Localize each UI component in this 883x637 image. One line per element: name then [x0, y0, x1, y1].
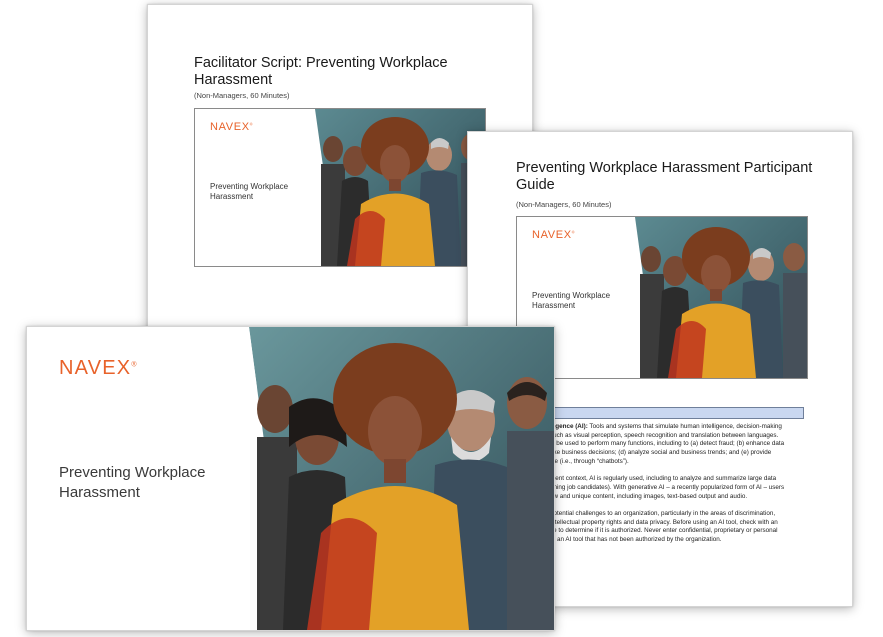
glossary-term: lligence (AI):	[550, 423, 588, 430]
line: such as visual perception, speech recogn…	[550, 431, 779, 439]
cover-title-line-1: Preventing Workplace	[210, 182, 289, 191]
facilitator-cover-image: NAVEX® Preventing Workplace Harassment	[194, 108, 486, 267]
line: ening job candidates). With generative A…	[550, 483, 785, 491]
line: to an AI tool that has not been authoriz…	[550, 536, 722, 544]
participant-guide-subtitle: (Non-Managers, 60 Minutes)	[516, 200, 612, 209]
cover-title-line-1: Preventing Workplace	[532, 291, 611, 300]
glossary-header-bar	[548, 407, 804, 419]
participant-guide-title: Preventing Workplace Harassment Particip…	[516, 160, 812, 195]
cover-title-line-2: Harassment	[210, 192, 254, 202]
line: ice (i.e., through “chatbots”).	[550, 457, 629, 465]
slide-title: Preventing Workplace Harassment	[59, 463, 205, 502]
line: ce to determine if it is authorized. Nev…	[550, 527, 778, 535]
navex-logo: NAVEX®	[210, 121, 253, 133]
slide-title-line-1: Preventing Workplace	[59, 464, 206, 481]
participant-cover-image: NAVEX® Preventing Workplace Harassment	[516, 216, 808, 379]
line: intellectual property rights and data pr…	[550, 518, 778, 526]
facilitator-script-title: Facilitator Script: Preventing Workplace…	[194, 55, 448, 90]
glossary-paragraph-1: lligence (AI): Tools and systems that si…	[550, 423, 810, 467]
title-line-1: Preventing Workplace Harassment Particip…	[516, 160, 813, 176]
title-line-2: Harassment	[194, 72, 273, 89]
navex-logo: NAVEX®	[532, 229, 575, 241]
glossary-paragraph-3: potential challenges to an organization,…	[550, 510, 810, 545]
line: Tools and systems that simulate human in…	[587, 423, 782, 430]
line: ly be used to perform many functions, in…	[550, 440, 785, 448]
glossary-text: lligence (AI): Tools and systems that si…	[550, 423, 810, 554]
facilitator-script-subtitle: (Non-Managers, 60 Minutes)	[194, 91, 290, 100]
line: ake business decisions; (d) analyze soci…	[550, 449, 772, 457]
title-line-2: Guide	[516, 177, 555, 194]
slide-title-line-2: Harassment	[59, 483, 140, 501]
title-line-1: Facilitator Script: Preventing Workplace	[194, 55, 448, 71]
navex-logo: NAVEX®	[59, 357, 137, 379]
participant-cover-title: Preventing Workplace Harassment	[532, 291, 610, 312]
presentation-slide[interactable]: NAVEX® Preventing Workplace Harassment	[26, 326, 555, 631]
line: ew and unique content, including images,…	[550, 492, 748, 500]
logo-text: NAVEX	[59, 357, 132, 379]
line: potential challenges to an organization,…	[550, 510, 776, 517]
logo-text: NAVEX	[210, 121, 250, 133]
line: ment context, AI is regularly used, incl…	[550, 475, 777, 483]
logo-text: NAVEX	[532, 229, 572, 241]
facilitator-cover-title: Preventing Workplace Harassment	[210, 182, 288, 203]
cover-title-line-2: Harassment	[532, 301, 576, 311]
glossary-paragraph-2: ment context, AI is regularly used, incl…	[550, 475, 810, 501]
